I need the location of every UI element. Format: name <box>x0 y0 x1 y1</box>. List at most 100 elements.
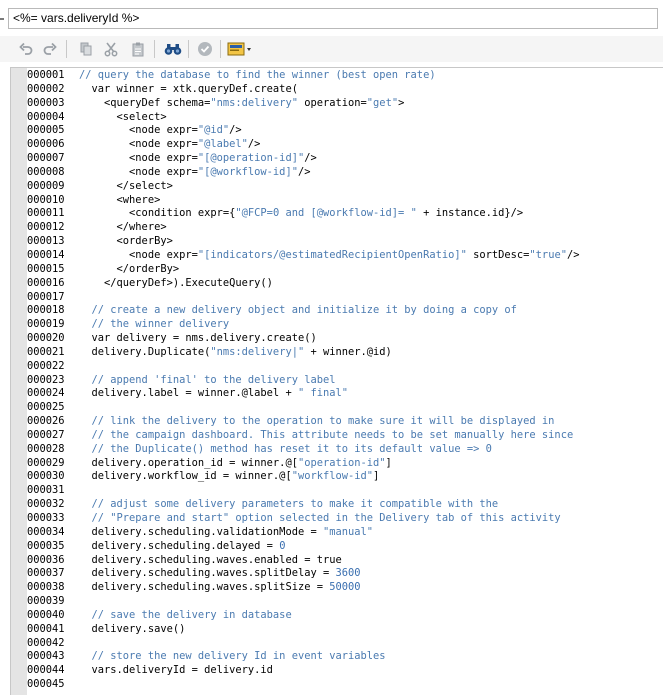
code-token: "nms:delivery|" <box>210 345 305 358</box>
editor-gutter <box>11 68 27 695</box>
code-token: " final" <box>297 387 348 400</box>
code-token: sortDesc= <box>466 248 530 261</box>
redo-icon <box>43 42 57 55</box>
edge-mark <box>0 18 4 20</box>
code-line: 000016 </queryDef>).ExecuteQuery() <box>27 277 663 291</box>
code-token: /> <box>304 152 317 165</box>
line-number: 000019 <box>27 318 65 331</box>
line-number: 000036 <box>27 553 65 566</box>
code-line: 000019 // the winner delivery <box>27 318 663 332</box>
code-token: <where> <box>79 193 161 206</box>
code-token: <node expr= <box>79 248 198 261</box>
code-line: 000045 <box>27 678 663 692</box>
code-line: 000020 var delivery = nms.delivery.creat… <box>27 332 663 346</box>
line-number: 000039 <box>27 595 65 608</box>
line-number: 000011 <box>27 207 65 220</box>
cut-button[interactable] <box>101 39 121 59</box>
code-line: 000011 <condition expr={"@FCP=0 and [@wo… <box>27 207 663 221</box>
toolbar-separator <box>220 40 221 58</box>
code-line: 000025 <box>27 401 663 415</box>
code-token: // "Prepare and start" option selected i… <box>79 512 561 524</box>
code-token: 3600 <box>335 567 361 580</box>
code-token: // the winner delivery <box>79 318 230 331</box>
code-line: 000030 delivery.workflow_id = winner.@["… <box>27 470 663 484</box>
code-token: delivery.workflow_id = winner.@[ <box>79 470 292 483</box>
line-number: 000021 <box>27 345 65 358</box>
paste-button[interactable] <box>128 39 148 59</box>
code-token: delivery.save() <box>79 622 186 635</box>
code-line: 000021 delivery.Duplicate("nms:delivery|… <box>27 346 663 360</box>
code-token: /> <box>247 138 261 151</box>
code-line: 000044 vars.deliveryId = delivery.id <box>27 664 663 678</box>
code-token: <select> <box>79 110 167 123</box>
line-number: 000018 <box>27 304 65 317</box>
line-number: 000017 <box>27 290 65 303</box>
code-token: <node expr= <box>79 124 198 137</box>
code-line: 000017 <box>27 291 663 305</box>
line-number: 000031 <box>27 484 65 497</box>
code-line: 000037 delivery.scheduling.waves.splitDe… <box>27 567 663 581</box>
line-number: 000008 <box>27 165 65 178</box>
toolbar-separator <box>154 40 155 58</box>
code-token: "[@workflow-id]" <box>197 165 298 178</box>
find-button[interactable] <box>163 39 183 59</box>
code-line: 000033 // "Prepare and start" option sel… <box>27 512 663 526</box>
validate-button[interactable] <box>195 39 215 59</box>
line-number: 000005 <box>27 124 65 137</box>
code-token: <orderBy> <box>79 235 173 248</box>
line-number: 000037 <box>27 567 65 580</box>
code-token: + instance.id}/> <box>416 207 524 220</box>
line-number: 000035 <box>27 539 65 552</box>
code-line: 000018 // create a new delivery object a… <box>27 304 663 318</box>
line-number: 000023 <box>27 373 65 386</box>
line-number: 000044 <box>27 664 65 677</box>
code-token: delivery.operation_id = winner.@[ <box>79 456 298 469</box>
code-token: <queryDef schema= <box>79 96 211 109</box>
code-lines: 000001 // query the database to find the … <box>27 69 663 692</box>
code-editor[interactable]: 000001 // query the database to find the … <box>10 67 663 695</box>
code-token: <node expr= <box>79 165 198 178</box>
line-number: 000027 <box>27 428 65 441</box>
line-number: 000034 <box>27 525 65 538</box>
copy-button[interactable] <box>76 39 96 59</box>
line-number: 000015 <box>27 262 65 275</box>
line-number: 000024 <box>27 387 65 400</box>
expression-field[interactable]: <%= vars.deliveryId %> <box>8 8 658 29</box>
code-line: 000013 <orderBy> <box>27 235 663 249</box>
code-token: 0 <box>279 539 286 552</box>
line-number: 000013 <box>27 235 65 248</box>
line-number: 000001 <box>27 69 65 81</box>
code-line: 000023 // append 'final' to the delivery… <box>27 374 663 388</box>
code-token: delivery.scheduling.waves.enabled = true <box>79 553 342 566</box>
code-line: 000028 // the Duplicate() method has res… <box>27 443 663 457</box>
undo-button[interactable] <box>16 39 36 59</box>
code-line: 000008 <node expr="[@workflow-id]"/> <box>27 166 663 180</box>
code-token: </where> <box>79 221 167 234</box>
code-token: // adjust some delivery parameters to ma… <box>79 498 499 511</box>
code-token: 50000 <box>329 581 361 594</box>
insert-field-button[interactable] <box>226 39 256 59</box>
code-line: 000042 <box>27 637 663 651</box>
line-number: 000022 <box>27 359 65 372</box>
paste-icon <box>132 42 144 57</box>
redo-button[interactable] <box>40 39 60 59</box>
code-token: delivery.label = winner.@label + <box>79 387 298 400</box>
code-line: 000032 // adjust some delivery parameter… <box>27 498 663 512</box>
code-token: delivery.Duplicate( <box>79 345 211 358</box>
code-line: 000012 </where> <box>27 221 663 235</box>
code-line: 000003 <queryDef schema="nms:delivery" o… <box>27 97 663 111</box>
line-number: 000045 <box>27 678 65 691</box>
line-number: 000043 <box>27 650 65 663</box>
code-token: "nms:delivery" <box>210 96 298 109</box>
code-line: 000031 <box>27 484 663 498</box>
code-line: 000002 var winner = xtk.queryDef.create( <box>27 83 663 97</box>
line-number: 000033 <box>27 512 65 524</box>
code-token: delivery.scheduling.waves.splitSize = <box>79 581 330 594</box>
code-line: 000007 <node expr="[@operation-id]"/> <box>27 152 663 166</box>
code-token: delivery.scheduling.waves.splitDelay = <box>79 567 336 580</box>
line-number: 000002 <box>27 82 65 95</box>
code-token: "workflow-id" <box>291 470 374 483</box>
code-line: 000029 delivery.operation_id = winner.@[… <box>27 457 663 471</box>
code-token: "[@operation-id]" <box>197 152 305 165</box>
line-number: 000010 <box>27 193 65 206</box>
